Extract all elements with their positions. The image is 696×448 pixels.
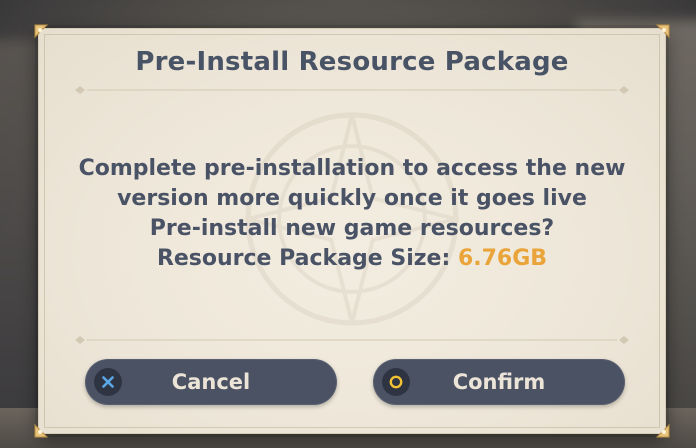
dialog-message: Complete pre-installation to access the … xyxy=(39,154,665,274)
corner-ornament-icon xyxy=(655,24,670,39)
message-line: Complete pre-installation to access the … xyxy=(78,156,626,181)
package-size-label: Resource Package Size: xyxy=(156,246,451,271)
message-line: Pre-install new game resources? xyxy=(149,216,555,241)
corner-ornament-icon xyxy=(34,24,49,39)
top-divider xyxy=(75,86,629,94)
package-size-line: Resource Package Size: 6.76GB xyxy=(39,244,665,274)
corner-ornament-icon xyxy=(655,423,670,438)
confirm-button-label: Confirm xyxy=(452,370,546,394)
message-line: version more quickly once it goes live xyxy=(117,186,587,211)
bottom-divider xyxy=(75,336,629,344)
cancel-button[interactable]: Cancel xyxy=(85,359,337,405)
package-size-value: 6.76GB xyxy=(457,246,548,271)
circle-icon xyxy=(382,368,410,396)
cancel-button-label: Cancel xyxy=(171,370,251,394)
corner-ornament-icon xyxy=(34,423,49,438)
pre-install-dialog: Pre-Install Resource Package Complete pr… xyxy=(34,24,670,438)
confirm-button[interactable]: Confirm xyxy=(373,359,625,405)
cross-icon xyxy=(94,368,122,396)
dialog-title: Pre-Install Resource Package xyxy=(135,47,569,77)
game-scene: Pre-Install Resource Package Complete pr… xyxy=(0,0,696,448)
